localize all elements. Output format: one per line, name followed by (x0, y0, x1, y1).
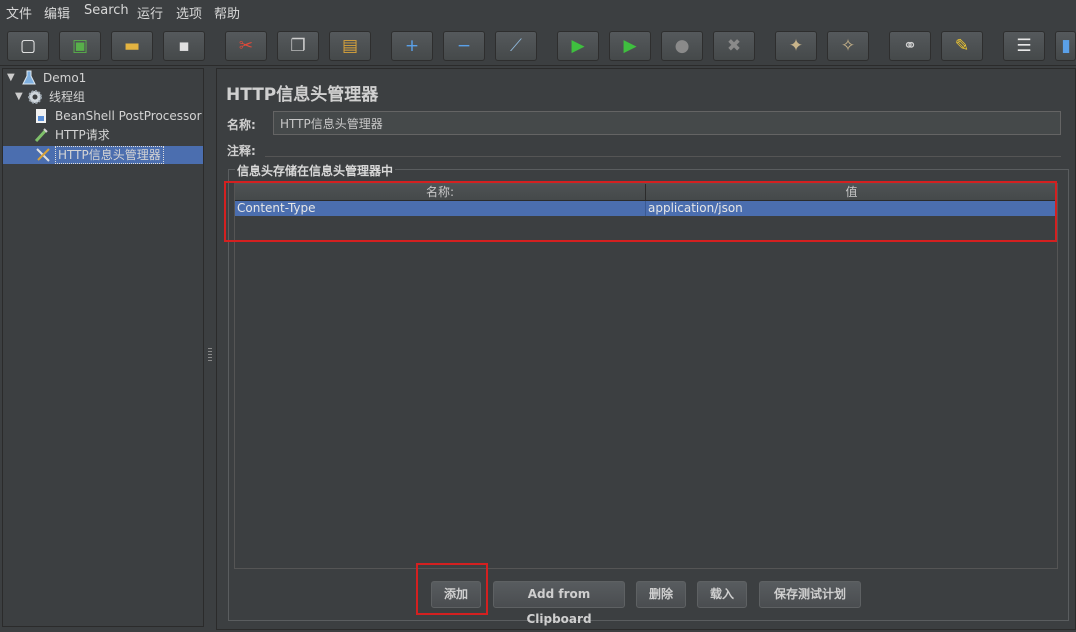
new-button[interactable]: ▢ (7, 31, 49, 61)
splitter-grip-icon[interactable] (208, 348, 212, 362)
reset-search-icon: ✎ (954, 35, 970, 56)
menu-file[interactable]: 文件 (6, 3, 32, 22)
toolbar: ▢ ▣ ▬ ▪ ✂ ❐ ▤ + − ⟋ ▶ ▶ ● ✖ ✦ ✧ ⚭ ✎ ☰ ▮ (0, 25, 1076, 66)
clear-all-button[interactable]: ✧ (827, 31, 869, 61)
tree-node-label: BeanShell PostProcessor (55, 109, 202, 123)
annotation-highlight-table (224, 181, 1057, 242)
menu-bar: 文件 编辑 Search 运行 选项 帮助 (0, 0, 1076, 22)
load-button[interactable]: 载入 (697, 581, 747, 608)
name-field[interactable] (273, 111, 1061, 135)
start-no-pauses-button[interactable]: ▶ (609, 31, 651, 61)
menu-edit[interactable]: 编辑 (44, 3, 70, 22)
delete-button[interactable]: 删除 (636, 581, 686, 608)
tree-node-label: HTTP请求 (55, 128, 110, 142)
script-document-icon (36, 109, 46, 123)
save-icon: ▪ (178, 35, 190, 56)
copy-icon: ❐ (290, 35, 306, 56)
help-button[interactable]: ▮ (1055, 31, 1076, 61)
annotation-highlight-add (416, 563, 488, 615)
pipette-icon (34, 128, 48, 143)
expand-button[interactable]: + (391, 31, 433, 61)
open-folder-icon: ▬ (123, 35, 141, 56)
stop-icon: ● (674, 35, 690, 56)
tree-node-label: HTTP信息头管理器 (55, 146, 164, 164)
help-icon: ▮ (1061, 35, 1071, 56)
search-button[interactable]: ⚭ (889, 31, 931, 61)
cut-icon: ✂ (238, 35, 254, 56)
menu-search[interactable]: Search (84, 3, 129, 18)
templates-icon: ▣ (71, 35, 89, 56)
reset-search-button[interactable]: ✎ (941, 31, 983, 61)
function-helper-icon: ☰ (1016, 35, 1032, 56)
comment-field[interactable] (265, 139, 1061, 157)
expand-icon: + (404, 35, 420, 56)
paste-button[interactable]: ▤ (329, 31, 371, 61)
collapse-button[interactable]: − (443, 31, 485, 61)
test-plan-tree: ▼ Demo1 ▼ 线程组 BeanShell PostProcessor HT… (2, 68, 204, 627)
expand-triangle-icon[interactable]: ▼ (7, 69, 15, 87)
save-button[interactable]: ▪ (163, 31, 205, 61)
group-title: 信息头存储在信息头管理器中 (235, 162, 396, 179)
test-plan-flask-icon (22, 70, 36, 85)
search-binoculars-icon: ⚭ (902, 35, 918, 56)
start-button[interactable]: ▶ (557, 31, 599, 61)
clear-icon: ✦ (788, 35, 804, 56)
shutdown-icon: ✖ (726, 35, 742, 56)
comment-label: 注释: (227, 144, 256, 158)
open-button[interactable]: ▬ (111, 31, 153, 61)
split-pane-divider[interactable] (206, 68, 214, 627)
expand-triangle-icon[interactable]: ▼ (15, 88, 23, 106)
add-from-clipboard-button[interactable]: Add from Clipboard (493, 581, 625, 626)
start-no-pauses-icon: ▶ (623, 35, 637, 56)
paste-icon: ▤ (341, 35, 359, 56)
copy-button[interactable]: ❐ (277, 31, 319, 61)
menu-run[interactable]: 运行 (137, 3, 163, 22)
save-test-plan-button[interactable]: 保存测试计划 (759, 581, 861, 608)
toggle-icon: ⟋ (510, 35, 522, 56)
function-helper-button[interactable]: ☰ (1003, 31, 1045, 61)
tree-node-label: Demo1 (43, 71, 87, 85)
stop-button[interactable]: ● (661, 31, 703, 61)
name-label: 名称: (227, 118, 256, 132)
start-icon: ▶ (571, 35, 585, 56)
shutdown-button[interactable]: ✖ (713, 31, 755, 61)
new-file-icon: ▢ (19, 35, 37, 56)
tools-icon (36, 148, 50, 162)
tree-node-header-manager[interactable]: HTTP信息头管理器 (3, 146, 203, 164)
page-title: HTTP信息头管理器 (226, 85, 379, 105)
toggle-button[interactable]: ⟋ (495, 31, 537, 61)
cut-button[interactable]: ✂ (225, 31, 267, 61)
tree-node-label: 线程组 (49, 90, 86, 104)
header-manager-panel: HTTP信息头管理器 名称: 注释: 信息头存储在信息头管理器中 名称: 值 C… (216, 68, 1076, 630)
clear-all-icon: ✧ (840, 35, 856, 56)
menu-options[interactable]: 选项 (176, 3, 202, 22)
templates-button[interactable]: ▣ (59, 31, 101, 61)
menu-help[interactable]: 帮助 (214, 3, 240, 22)
clear-button[interactable]: ✦ (775, 31, 817, 61)
gear-icon (28, 90, 42, 104)
collapse-icon: − (456, 35, 472, 56)
